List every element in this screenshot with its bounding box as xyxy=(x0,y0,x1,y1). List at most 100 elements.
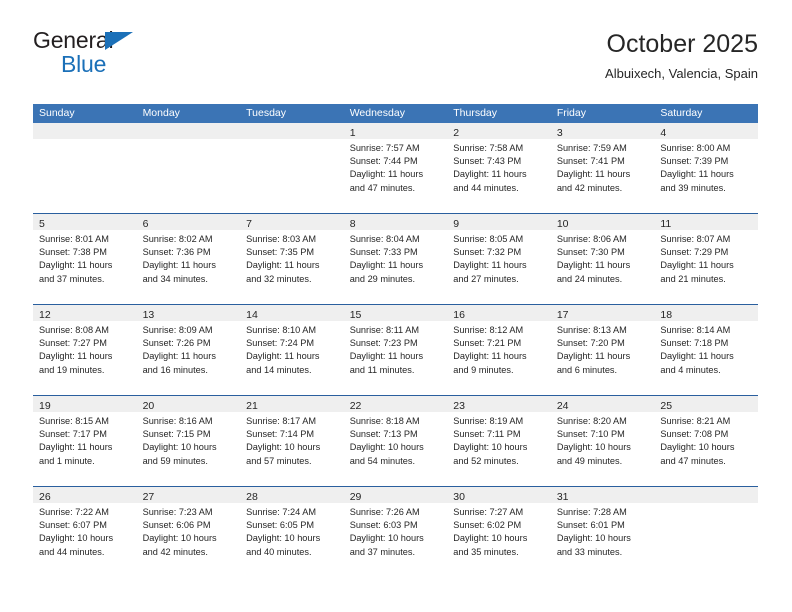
day-cell[interactable] xyxy=(240,123,344,212)
day-number-band: 9 xyxy=(447,214,551,230)
sunrise-text: Sunrise: 8:11 AM xyxy=(349,325,419,335)
week-row: 12 Sunrise: 8:08 AM Sunset: 7:27 PM Dayl… xyxy=(33,304,758,395)
day-details: Sunrise: 8:01 AM Sunset: 7:38 PM Dayligh… xyxy=(33,230,137,286)
sunset-text: Sunset: 7:36 PM xyxy=(142,247,211,258)
day-cell[interactable]: 15 Sunrise: 8:11 AM Sunset: 7:23 PM Dayl… xyxy=(343,305,448,394)
sunset-text: Sunset: 7:23 PM xyxy=(349,338,418,349)
day-details: Sunrise: 8:06 AM Sunset: 7:30 PM Dayligh… xyxy=(551,230,655,286)
day-number: 8 xyxy=(349,218,356,230)
sunrise-text: Sunrise: 8:00 AM xyxy=(660,143,731,153)
day-number: 1 xyxy=(349,127,356,139)
day-number-band: 21 xyxy=(240,396,344,412)
day-details: Sunrise: 8:15 AM Sunset: 7:17 PM Dayligh… xyxy=(33,412,137,468)
day-cell[interactable]: 23 Sunrise: 8:19 AM Sunset: 7:11 PM Dayl… xyxy=(447,396,551,485)
day-details: Sunrise: 7:28 AM Sunset: 6:01 PM Dayligh… xyxy=(551,503,655,559)
day-cell[interactable]: 13 Sunrise: 8:09 AM Sunset: 7:26 PM Dayl… xyxy=(136,305,241,394)
sunrise-text: Sunrise: 8:21 AM xyxy=(660,416,731,426)
daylight-text-line1: Daylight: 10 hours xyxy=(142,442,217,453)
day-cell[interactable]: 8 Sunrise: 8:04 AM Sunset: 7:33 PM Dayli… xyxy=(343,214,448,303)
day-cell[interactable]: 10 Sunrise: 8:06 AM Sunset: 7:30 PM Dayl… xyxy=(550,214,655,303)
sunset-text: Sunset: 6:06 PM xyxy=(142,520,211,531)
day-cell[interactable]: 5 Sunrise: 8:01 AM Sunset: 7:38 PM Dayli… xyxy=(33,214,137,303)
day-number-band: 8 xyxy=(343,214,448,230)
day-cell[interactable] xyxy=(654,487,758,576)
daylight-text-line1: Daylight: 10 hours xyxy=(246,442,321,453)
day-number-band: 26 xyxy=(33,487,137,503)
day-cell[interactable]: 7 Sunrise: 8:03 AM Sunset: 7:35 PM Dayli… xyxy=(240,214,344,303)
sunset-text: Sunset: 6:03 PM xyxy=(349,520,418,531)
day-cell[interactable]: 16 Sunrise: 8:12 AM Sunset: 7:21 PM Dayl… xyxy=(447,305,551,394)
sunset-text: Sunset: 7:43 PM xyxy=(453,156,522,167)
day-cell[interactable]: 27 Sunrise: 7:23 AM Sunset: 6:06 PM Dayl… xyxy=(136,487,241,576)
week-row: 26 Sunrise: 7:22 AM Sunset: 6:07 PM Dayl… xyxy=(33,486,758,577)
sunrise-text: Sunrise: 8:16 AM xyxy=(142,416,213,426)
week-row: 19 Sunrise: 8:15 AM Sunset: 7:17 PM Dayl… xyxy=(33,395,758,486)
day-cell[interactable]: 31 Sunrise: 7:28 AM Sunset: 6:01 PM Dayl… xyxy=(550,487,655,576)
daylight-text-line2: and 11 minutes. xyxy=(349,364,415,375)
daylight-text-line1: Daylight: 11 hours xyxy=(246,260,320,271)
sunset-text: Sunset: 7:33 PM xyxy=(349,247,418,258)
sunrise-text: Sunrise: 8:20 AM xyxy=(556,416,627,426)
day-number: 14 xyxy=(246,309,258,321)
day-cell[interactable]: 26 Sunrise: 7:22 AM Sunset: 6:07 PM Dayl… xyxy=(33,487,137,576)
day-cell[interactable]: 24 Sunrise: 8:20 AM Sunset: 7:10 PM Dayl… xyxy=(550,396,655,485)
day-cell[interactable]: 25 Sunrise: 8:21 AM Sunset: 7:08 PM Dayl… xyxy=(654,396,758,485)
sunrise-text: Sunrise: 8:12 AM xyxy=(453,325,524,335)
daylight-text-line1: Daylight: 11 hours xyxy=(349,260,424,271)
day-details: Sunrise: 8:21 AM Sunset: 7:08 PM Dayligh… xyxy=(654,412,758,468)
day-number: 6 xyxy=(142,218,149,230)
day-cell[interactable]: 17 Sunrise: 8:13 AM Sunset: 7:20 PM Dayl… xyxy=(550,305,655,394)
day-cell[interactable]: 19 Sunrise: 8:15 AM Sunset: 7:17 PM Dayl… xyxy=(33,396,137,485)
sunrise-text: Sunrise: 7:22 AM xyxy=(39,507,109,517)
daylight-text-line1: Daylight: 11 hours xyxy=(660,351,734,362)
day-cell[interactable]: 14 Sunrise: 8:10 AM Sunset: 7:24 PM Dayl… xyxy=(240,305,344,394)
day-details xyxy=(137,139,241,142)
day-cell[interactable]: 29 Sunrise: 7:26 AM Sunset: 6:03 PM Dayl… xyxy=(343,487,448,576)
daylight-text-line1: Daylight: 10 hours xyxy=(453,533,528,544)
day-cell[interactable]: 21 Sunrise: 8:17 AM Sunset: 7:14 PM Dayl… xyxy=(240,396,344,485)
day-number-band: 16 xyxy=(447,305,551,321)
daylight-text-line1: Daylight: 11 hours xyxy=(246,351,320,362)
day-cell[interactable]: 20 Sunrise: 8:16 AM Sunset: 7:15 PM Dayl… xyxy=(136,396,241,485)
general-blue-logo[interactable]: General Blue xyxy=(33,28,273,90)
day-cell[interactable]: 6 Sunrise: 8:02 AM Sunset: 7:36 PM Dayli… xyxy=(136,214,241,303)
sunrise-text: Sunrise: 8:13 AM xyxy=(556,325,627,335)
day-cell[interactable]: 9 Sunrise: 8:05 AM Sunset: 7:32 PM Dayli… xyxy=(447,214,551,303)
weekday-header-row: Sunday Monday Tuesday Wednesday Thursday… xyxy=(33,104,758,123)
day-number: 10 xyxy=(556,218,569,230)
sunrise-text: Sunrise: 7:59 AM xyxy=(556,143,627,153)
day-cell[interactable]: 30 Sunrise: 7:27 AM Sunset: 6:02 PM Dayl… xyxy=(447,487,551,576)
sunrise-text: Sunrise: 8:09 AM xyxy=(142,325,213,335)
day-cell[interactable]: 12 Sunrise: 8:08 AM Sunset: 7:27 PM Dayl… xyxy=(33,305,137,394)
day-cell[interactable]: 11 Sunrise: 8:07 AM Sunset: 7:29 PM Dayl… xyxy=(654,214,758,303)
day-cell[interactable]: 1 Sunrise: 7:57 AM Sunset: 7:44 PM Dayli… xyxy=(343,123,448,212)
day-cell[interactable] xyxy=(136,123,241,212)
day-number-band: 20 xyxy=(136,396,241,412)
day-number-band: 10 xyxy=(550,214,655,230)
daylight-text-line2: and 9 minutes. xyxy=(453,364,514,375)
day-cell[interactable]: 4 Sunrise: 8:00 AM Sunset: 7:39 PM Dayli… xyxy=(654,123,758,212)
sunrise-text: Sunrise: 8:17 AM xyxy=(246,416,317,426)
day-number: 16 xyxy=(453,309,465,321)
day-number: 12 xyxy=(39,309,51,321)
day-cell[interactable]: 2 Sunrise: 7:58 AM Sunset: 7:43 PM Dayli… xyxy=(447,123,551,212)
daylight-text-line2: and 52 minutes. xyxy=(453,455,519,466)
day-number-band: 17 xyxy=(550,305,655,321)
day-cell[interactable]: 28 Sunrise: 7:24 AM Sunset: 6:05 PM Dayl… xyxy=(240,487,344,576)
day-number-band: 15 xyxy=(343,305,448,321)
daylight-text-line1: Daylight: 11 hours xyxy=(660,169,734,180)
daylight-text-line2: and 1 minute. xyxy=(39,455,95,466)
day-cell[interactable]: 18 Sunrise: 8:14 AM Sunset: 7:18 PM Dayl… xyxy=(654,305,758,394)
daylight-text-line1: Daylight: 10 hours xyxy=(142,533,217,544)
day-details: Sunrise: 8:11 AM Sunset: 7:23 PM Dayligh… xyxy=(344,321,448,377)
day-cell[interactable] xyxy=(33,123,137,212)
day-cell[interactable]: 22 Sunrise: 8:18 AM Sunset: 7:13 PM Dayl… xyxy=(343,396,448,485)
page-header: General Blue October 2025 Albuixech, Val… xyxy=(33,28,758,98)
daylight-text-line2: and 42 minutes. xyxy=(556,182,623,193)
daylight-text-line2: and 44 minutes. xyxy=(39,546,105,557)
weekday-header-thursday: Thursday xyxy=(453,107,498,119)
day-cell[interactable]: 3 Sunrise: 7:59 AM Sunset: 7:41 PM Dayli… xyxy=(550,123,655,212)
day-details: Sunrise: 8:14 AM Sunset: 7:18 PM Dayligh… xyxy=(654,321,758,377)
daylight-text-line1: Daylight: 11 hours xyxy=(142,260,216,271)
day-number: 3 xyxy=(556,127,563,139)
